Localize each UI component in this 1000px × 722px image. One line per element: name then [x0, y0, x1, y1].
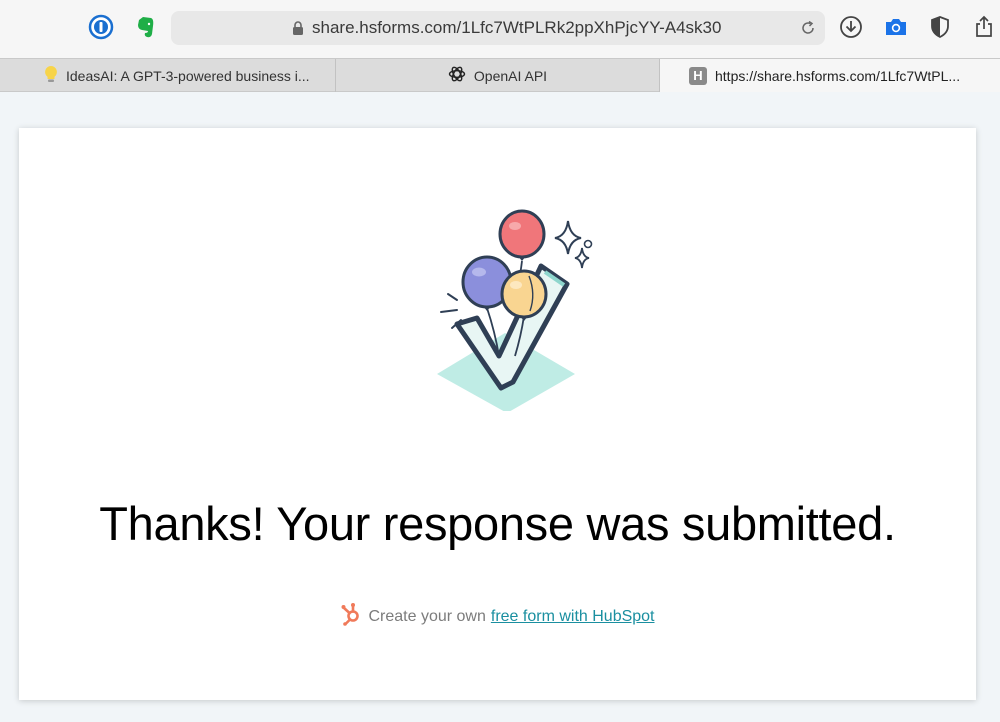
1password-icon[interactable]: [88, 14, 114, 40]
address-bar[interactable]: share.hsforms.com/1Lfc7WtPLRk2ppXhPjcYY-…: [171, 11, 825, 45]
footer-text: Create your own: [368, 607, 486, 625]
tab-bar: IdeasAI: A GPT-3-powered business i... O…: [0, 58, 1000, 92]
share-icon[interactable]: [971, 14, 997, 40]
tab-openai[interactable]: OpenAI API: [336, 59, 660, 92]
download-icon[interactable]: [838, 14, 864, 40]
tab-title: OpenAI API: [473, 67, 548, 84]
lightbulb-icon: [44, 65, 58, 86]
tab-title: https://share.hsforms.com/1Lfc7WtPL...: [715, 67, 961, 84]
hubspot-free-form-link[interactable]: free form with HubSpot: [491, 608, 655, 626]
camera-icon[interactable]: [883, 14, 909, 40]
shield-icon[interactable]: [927, 14, 953, 40]
confirmation-card: Thanks! Your response was submitted. Cre…: [19, 128, 976, 700]
openai-icon: [448, 65, 466, 86]
balloons-checkmark-illustration: [417, 206, 597, 416]
hubspot-sprocket-icon: [340, 602, 362, 631]
lock-icon: [292, 21, 304, 41]
browser-toolbar: share.hsforms.com/1Lfc7WtPLRk2ppXhPjcYY-…: [0, 0, 1000, 58]
tab-ideasai[interactable]: IdeasAI: A GPT-3-powered business i...: [0, 59, 336, 92]
tab-title: IdeasAI: A GPT-3-powered business i...: [66, 67, 310, 84]
h-favicon: H: [689, 66, 707, 85]
reload-icon[interactable]: [799, 19, 817, 42]
evernote-icon[interactable]: [132, 14, 158, 40]
hubspot-footer: Create your own free form with HubSpot: [19, 602, 976, 631]
address-url[interactable]: share.hsforms.com/1Lfc7WtPLRk2ppXhPjcYY-…: [312, 18, 721, 38]
tab-hsforms[interactable]: H https://share.hsforms.com/1Lfc7WtPL...: [660, 59, 1000, 92]
confirmation-heading: Thanks! Your response was submitted.: [99, 497, 896, 550]
